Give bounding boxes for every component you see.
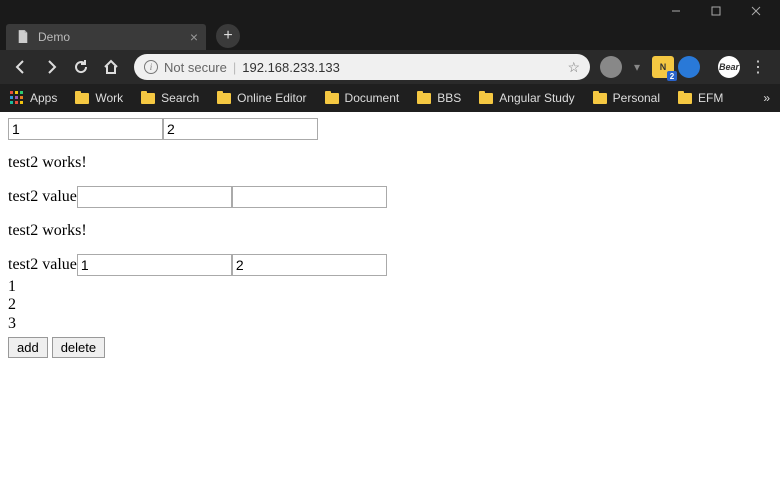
folder-icon [479, 93, 493, 104]
page-content: test2 works! test2 value test2 works! te… [0, 112, 780, 364]
extension-badge: 2 [667, 71, 677, 81]
extension-icon-1[interactable] [600, 56, 622, 78]
value-label-1: test2 value [8, 188, 77, 206]
bookmark-folder-document[interactable]: Document [325, 91, 400, 105]
list-item: 3 [8, 315, 772, 333]
top-input-1[interactable] [8, 118, 163, 140]
folder-icon [217, 93, 231, 104]
works-text-1: test2 works! [8, 154, 772, 172]
bookmark-folder-angular-study[interactable]: Angular Study [479, 91, 574, 105]
close-tab-icon[interactable]: × [190, 29, 198, 45]
folder-icon [75, 93, 89, 104]
profile-avatar[interactable]: Bear [718, 56, 740, 78]
value-label-2: test2 value [8, 256, 77, 274]
address-separator: | [233, 60, 236, 75]
browser-toolbar: i Not secure | 192.168.233.133 ☆ ▾ N2 Be… [0, 50, 780, 84]
extension-icon-notes[interactable]: N2 [652, 56, 674, 78]
apps-icon [10, 91, 24, 105]
list-item: 1 [8, 278, 772, 296]
new-tab-button[interactable]: + [216, 24, 240, 48]
bookmark-folder-efm[interactable]: EFM [678, 91, 723, 105]
address-bar[interactable]: i Not secure | 192.168.233.133 ☆ [134, 54, 590, 80]
close-window-button[interactable] [736, 0, 776, 22]
security-status: Not secure [164, 60, 227, 75]
folder-icon [417, 93, 431, 104]
bookmarks-bar: Apps Work Search Online Editor Document … [0, 84, 780, 112]
window-titlebar [0, 0, 780, 22]
home-button[interactable] [98, 54, 124, 80]
number-list: 1 2 3 [8, 278, 772, 333]
folder-icon [678, 93, 692, 104]
folder-icon [593, 93, 607, 104]
tab-title: Demo [38, 30, 70, 44]
value-input-2b[interactable] [232, 254, 387, 276]
folder-icon [141, 93, 155, 104]
top-input-2[interactable] [163, 118, 318, 140]
apps-label: Apps [30, 91, 57, 105]
value-input-1a[interactable] [77, 186, 232, 208]
add-button[interactable]: add [8, 337, 48, 358]
reload-button[interactable] [68, 54, 94, 80]
value-input-1b[interactable] [232, 186, 387, 208]
page-icon [16, 30, 30, 44]
address-url: 192.168.233.133 [242, 60, 340, 75]
bookmark-folder-online-editor[interactable]: Online Editor [217, 91, 306, 105]
extension-icon-blue[interactable] [678, 56, 700, 78]
list-item: 2 [8, 296, 772, 314]
maximize-button[interactable] [696, 0, 736, 22]
site-info-icon[interactable]: i [144, 60, 158, 74]
apps-shortcut[interactable]: Apps [10, 91, 57, 105]
bookmark-star-icon[interactable]: ☆ [567, 59, 580, 76]
delete-button[interactable]: delete [52, 337, 105, 358]
browser-menu-button[interactable]: ⋮ [744, 57, 772, 77]
folder-icon [325, 93, 339, 104]
bookmark-folder-personal[interactable]: Personal [593, 91, 660, 105]
works-text-2: test2 works! [8, 222, 772, 240]
download-icon[interactable]: ▾ [626, 56, 648, 78]
bookmarks-overflow-button[interactable]: » [763, 91, 770, 105]
browser-tabstrip: Demo × + [0, 22, 780, 50]
value-input-2a[interactable] [77, 254, 232, 276]
bookmark-folder-bbs[interactable]: BBS [417, 91, 461, 105]
bookmark-folder-search[interactable]: Search [141, 91, 199, 105]
minimize-button[interactable] [656, 0, 696, 22]
forward-button[interactable] [38, 54, 64, 80]
back-button[interactable] [8, 54, 34, 80]
bookmark-folder-work[interactable]: Work [75, 91, 123, 105]
browser-tab[interactable]: Demo × [6, 24, 206, 50]
